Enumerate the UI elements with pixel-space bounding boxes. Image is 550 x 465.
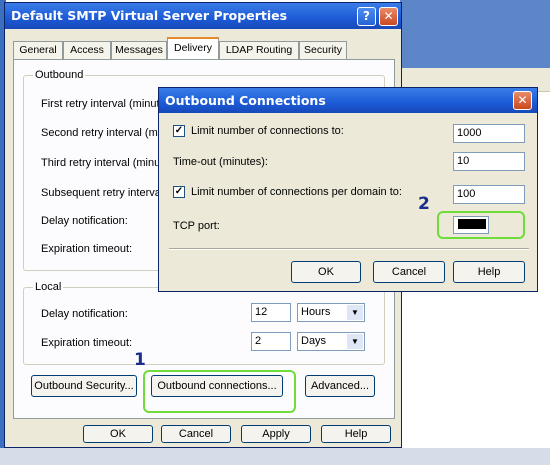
local-group-label: Local xyxy=(33,281,64,293)
chevron-down-icon[interactable]: ▼ xyxy=(347,305,363,320)
tab-security[interactable]: Security xyxy=(299,41,347,59)
local-expiration-input[interactable]: 2 xyxy=(251,332,291,351)
chevron-down-icon[interactable]: ▼ xyxy=(347,334,363,349)
tab-access[interactable]: Access xyxy=(63,41,111,59)
timeout-label: Time-out (minutes): xyxy=(173,156,268,168)
tab-general[interactable]: General xyxy=(13,41,63,59)
local-delay-input[interactable]: 12 xyxy=(251,303,291,322)
help-icon[interactable]: ? xyxy=(357,7,376,26)
dialog-title: Default SMTP Virtual Server Properties xyxy=(11,8,288,23)
tcp-port-highlight xyxy=(437,211,525,239)
timeout-input[interactable]: 10 xyxy=(453,152,525,171)
tab-messages[interactable]: Messages xyxy=(111,41,167,59)
connections-title: Outbound Connections xyxy=(165,93,326,108)
background-header xyxy=(400,0,550,68)
second-retry-label: Second retry interval (min xyxy=(41,127,167,139)
outbound-group-label: Outbound xyxy=(33,69,86,81)
background-bottom xyxy=(0,448,550,465)
limit-connections-input[interactable]: 1000 xyxy=(453,124,525,143)
outbound-security-button[interactable]: Outbound Security... xyxy=(31,375,137,397)
outbound-connections-dialog: Outbound Connections ✕ ✓ Limit number of… xyxy=(158,87,538,292)
dialog-titlebar: Default SMTP Virtual Server Properties ?… xyxy=(5,3,401,29)
limit-connections-label: Limit number of connections to: xyxy=(191,125,344,137)
third-retry-label: Third retry interval (minute xyxy=(41,157,170,169)
first-retry-label: First retry interval (minute xyxy=(41,98,166,110)
advanced-button[interactable]: Advanced... xyxy=(305,375,375,397)
step-2-number: 2 xyxy=(418,194,430,214)
tab-ldap-routing[interactable]: LDAP Routing xyxy=(219,41,299,59)
local-group xyxy=(23,287,385,365)
connections-help-button[interactable]: Help xyxy=(453,261,525,283)
close-icon[interactable]: ✕ xyxy=(513,91,532,110)
tcp-port-label: TCP port: xyxy=(173,220,220,232)
step-1-number: 1 xyxy=(134,350,146,370)
local-delay-label: Delay notification: xyxy=(41,308,128,320)
connections-cancel-button[interactable]: Cancel xyxy=(373,261,445,283)
subsequent-retry-label: Subsequent retry interval xyxy=(41,187,164,199)
outbound-expiration-label: Expiration timeout: xyxy=(41,243,133,255)
local-expiration-unit-select[interactable]: Days ▼ xyxy=(297,332,365,351)
cancel-button[interactable]: Cancel xyxy=(161,425,231,443)
limit-per-domain-checkbox[interactable]: ✓ xyxy=(173,186,185,198)
local-delay-unit-select[interactable]: Hours ▼ xyxy=(297,303,365,322)
local-expiration-label: Expiration timeout: xyxy=(41,337,133,349)
limit-connections-checkbox[interactable]: ✓ xyxy=(173,125,185,137)
separator xyxy=(169,248,529,250)
ok-button[interactable]: OK xyxy=(83,425,153,443)
outbound-connections-highlight xyxy=(143,370,296,413)
apply-button[interactable]: Apply xyxy=(241,425,311,443)
limit-per-domain-input[interactable]: 100 xyxy=(453,185,525,204)
connections-ok-button[interactable]: OK xyxy=(291,261,361,283)
close-icon[interactable]: ✕ xyxy=(379,7,398,26)
connections-titlebar: Outbound Connections ✕ xyxy=(159,88,537,113)
outbound-delay-label: Delay notification: xyxy=(41,215,128,227)
tab-delivery[interactable]: Delivery xyxy=(167,37,219,59)
limit-per-domain-label: Limit number of connections per domain t… xyxy=(191,186,402,198)
help-button[interactable]: Help xyxy=(321,425,391,443)
